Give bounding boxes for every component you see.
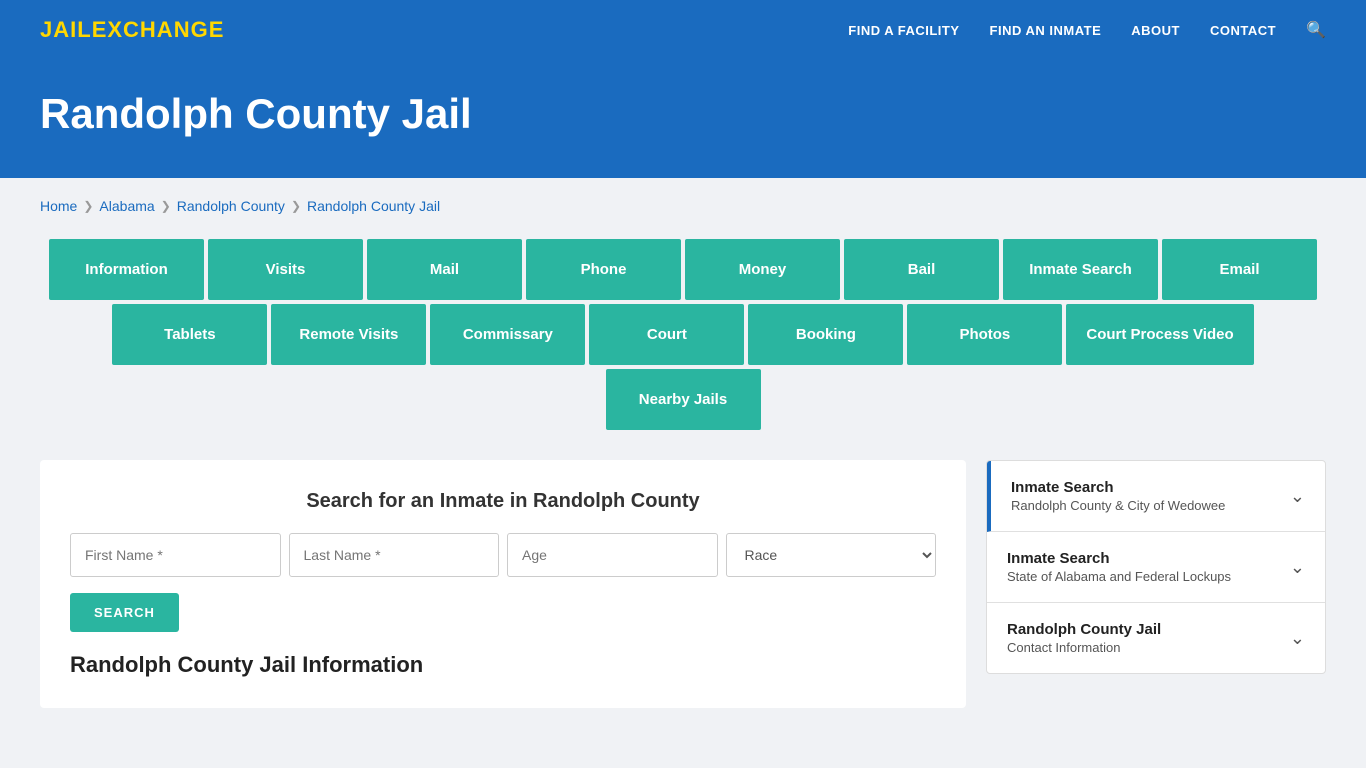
breadcrumb-current: Randolph County Jail xyxy=(307,198,440,214)
sidebar-item-sub-1: State of Alabama and Federal Lockups xyxy=(1007,569,1231,584)
logo-exchange: EXCHANGE xyxy=(92,17,225,42)
breadcrumb-sep-3: ❯ xyxy=(291,199,301,213)
sidebar-item-inmate-search-state[interactable]: Inmate Search State of Alabama and Feder… xyxy=(987,532,1325,603)
main-nav: FIND A FACILITY FIND AN INMATE ABOUT CON… xyxy=(848,20,1326,40)
nav-buttons-grid: Information Visits Mail Phone Money Bail… xyxy=(40,239,1326,430)
btn-commissary[interactable]: Commissary xyxy=(430,304,585,365)
sidebar: Inmate Search Randolph County & City of … xyxy=(986,460,1326,674)
sidebar-item-title-2: Randolph County Jail xyxy=(1007,621,1161,638)
btn-court[interactable]: Court xyxy=(589,304,744,365)
search-section-title: Search for an Inmate in Randolph County xyxy=(70,490,936,513)
breadcrumb-alabama[interactable]: Alabama xyxy=(99,198,154,214)
sidebar-item-inmate-search-local[interactable]: Inmate Search Randolph County & City of … xyxy=(987,461,1325,532)
content-area: Home ❯ Alabama ❯ Randolph County ❯ Rando… xyxy=(0,178,1366,738)
breadcrumb-sep-1: ❯ xyxy=(83,199,93,213)
breadcrumb: Home ❯ Alabama ❯ Randolph County ❯ Rando… xyxy=(40,198,1326,214)
sidebar-item-title-0: Inmate Search xyxy=(1011,479,1225,496)
btn-information[interactable]: Information xyxy=(49,239,204,300)
hero-section: Randolph County Jail xyxy=(0,60,1366,178)
search-form: Race White Black Hispanic Asian Other xyxy=(70,533,936,577)
logo-jail: JAIL xyxy=(40,17,92,42)
btn-phone[interactable]: Phone xyxy=(526,239,681,300)
btn-bail[interactable]: Bail xyxy=(844,239,999,300)
nav-find-inmate[interactable]: FIND AN INMATE xyxy=(990,23,1102,38)
btn-tablets[interactable]: Tablets xyxy=(112,304,267,365)
btn-inmate-search[interactable]: Inmate Search xyxy=(1003,239,1158,300)
logo[interactable]: JAILEXCHANGE xyxy=(40,17,224,43)
age-input[interactable] xyxy=(507,533,718,577)
info-section-title: Randolph County Jail Information xyxy=(70,652,936,678)
chevron-down-icon-2: ⌄ xyxy=(1290,628,1305,649)
sidebar-item-sub-0: Randolph County & City of Wedowee xyxy=(1011,498,1225,513)
search-button[interactable]: SEARCH xyxy=(70,593,179,632)
chevron-down-icon-1: ⌄ xyxy=(1290,557,1305,578)
main-layout: Search for an Inmate in Randolph County … xyxy=(40,460,1326,708)
search-icon[interactable]: 🔍 xyxy=(1306,20,1326,40)
header: JAILEXCHANGE FIND A FACILITY FIND AN INM… xyxy=(0,0,1366,60)
race-select[interactable]: Race White Black Hispanic Asian Other xyxy=(726,533,937,577)
btn-mail[interactable]: Mail xyxy=(367,239,522,300)
nav-about[interactable]: ABOUT xyxy=(1131,23,1180,38)
btn-remote-visits[interactable]: Remote Visits xyxy=(271,304,426,365)
btn-nearby-jails[interactable]: Nearby Jails xyxy=(606,369,761,430)
nav-find-facility[interactable]: FIND A FACILITY xyxy=(848,23,959,38)
page-title: Randolph County Jail xyxy=(40,90,1326,138)
btn-photos[interactable]: Photos xyxy=(907,304,1062,365)
btn-visits[interactable]: Visits xyxy=(208,239,363,300)
btn-email[interactable]: Email xyxy=(1162,239,1317,300)
chevron-down-icon-0: ⌄ xyxy=(1290,486,1305,507)
breadcrumb-sep-2: ❯ xyxy=(161,199,171,213)
main-section: Search for an Inmate in Randolph County … xyxy=(40,460,966,708)
btn-money[interactable]: Money xyxy=(685,239,840,300)
btn-court-process-video[interactable]: Court Process Video xyxy=(1066,304,1253,365)
nav-contact[interactable]: CONTACT xyxy=(1210,23,1276,38)
breadcrumb-home[interactable]: Home xyxy=(40,198,77,214)
breadcrumb-randolph-county[interactable]: Randolph County xyxy=(177,198,285,214)
sidebar-item-title-1: Inmate Search xyxy=(1007,550,1231,567)
btn-booking[interactable]: Booking xyxy=(748,304,903,365)
sidebar-item-contact-info[interactable]: Randolph County Jail Contact Information… xyxy=(987,603,1325,673)
last-name-input[interactable] xyxy=(289,533,500,577)
sidebar-item-sub-2: Contact Information xyxy=(1007,640,1161,655)
first-name-input[interactable] xyxy=(70,533,281,577)
